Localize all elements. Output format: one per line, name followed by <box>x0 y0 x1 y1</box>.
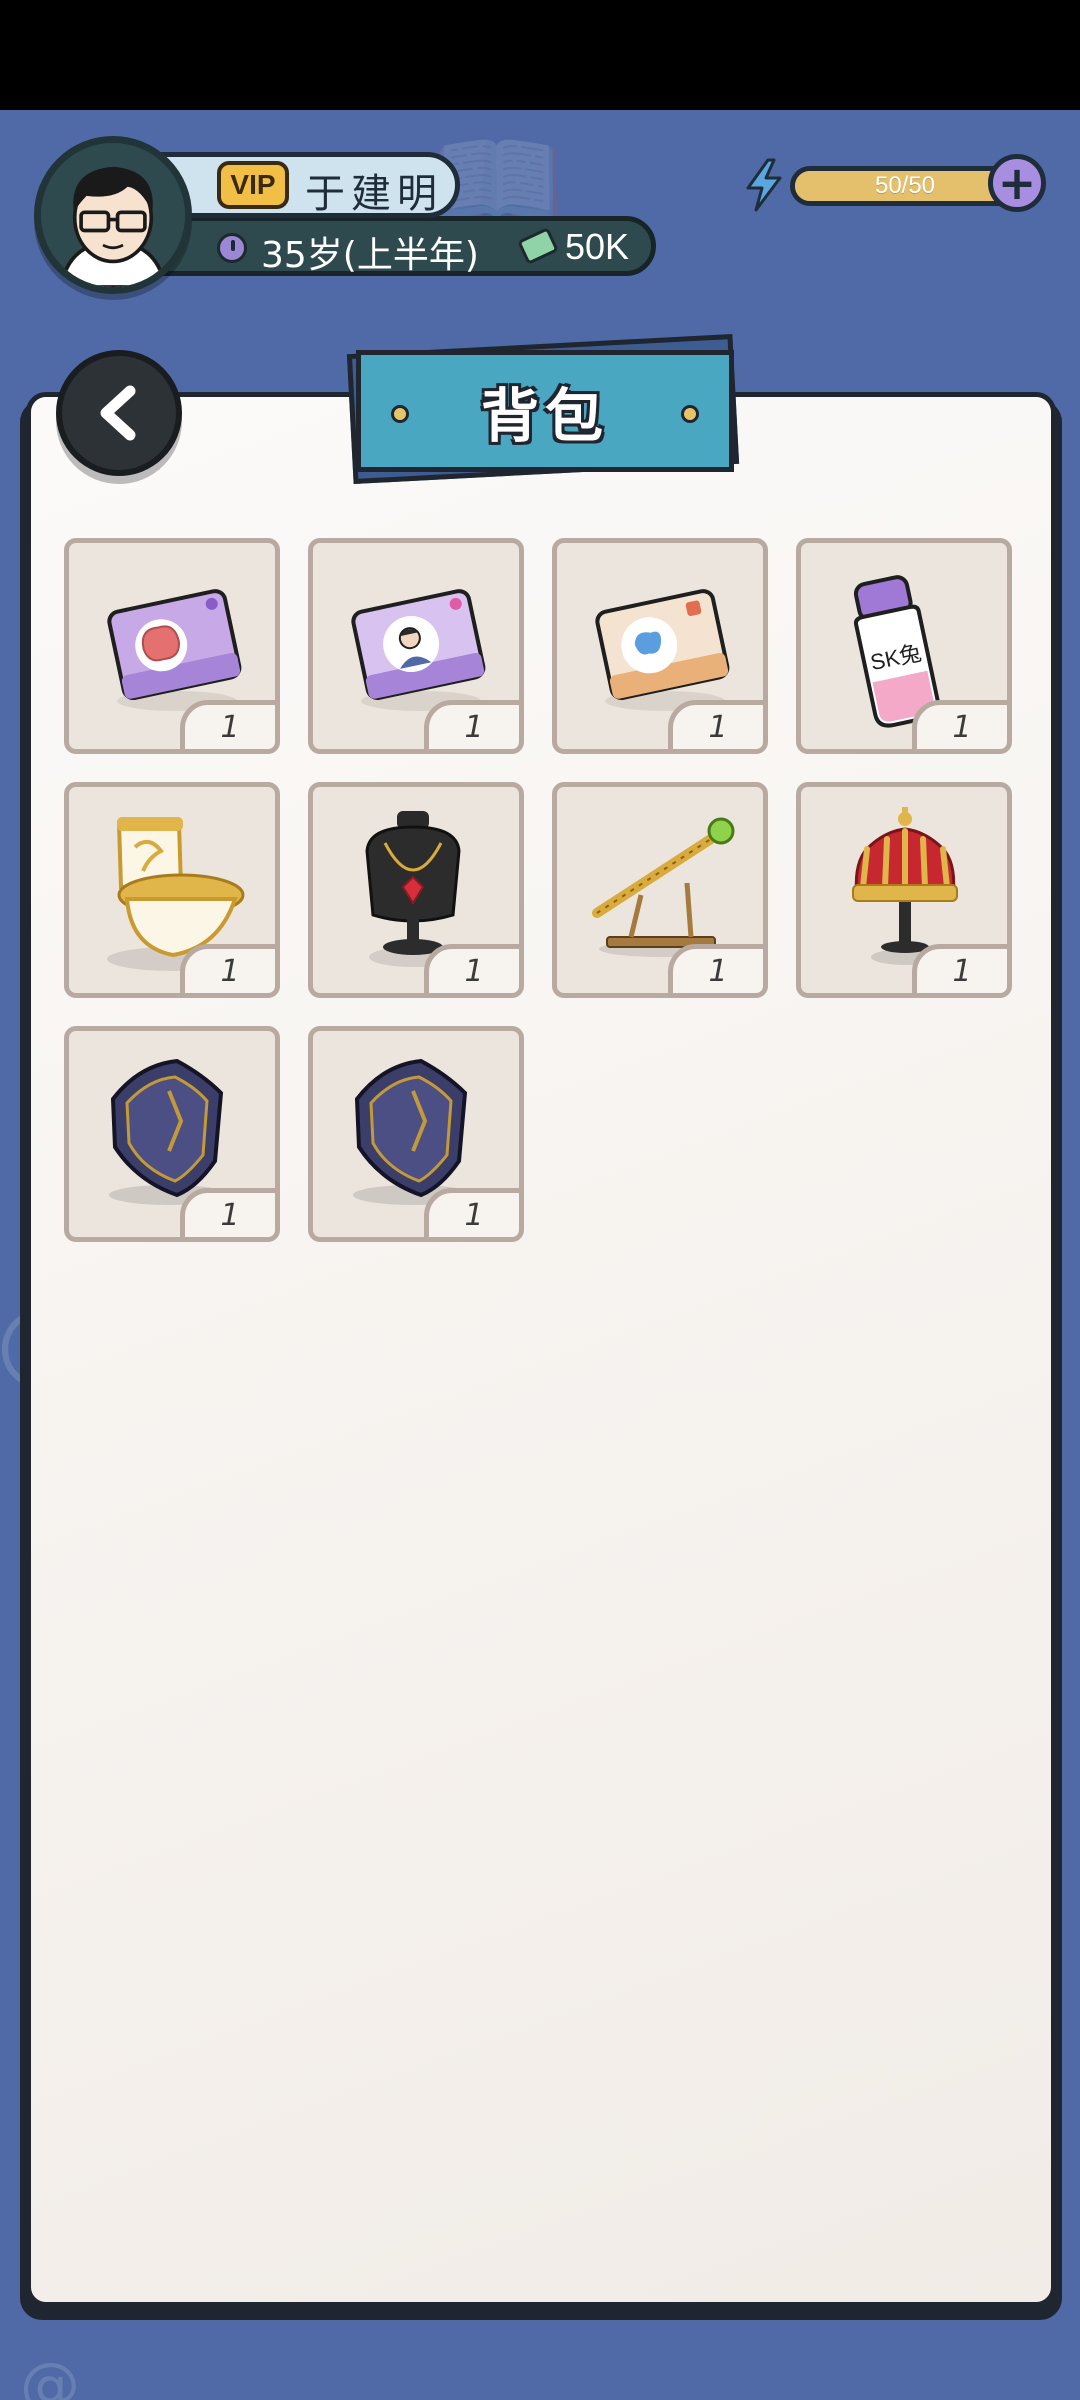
money-icon <box>517 227 559 265</box>
item-count: 1 <box>424 700 519 749</box>
item-count: 1 <box>424 1188 519 1237</box>
inventory-slot[interactable]: 1 <box>308 538 524 754</box>
title-banner: 背包 <box>356 350 734 472</box>
inventory-slot[interactable]: 1 <box>552 538 768 754</box>
inventory-slot[interactable]: SK兔 1 <box>796 538 1012 754</box>
player-name: 于建明 <box>305 171 443 217</box>
doodle-spiral-icon: @ <box>20 2350 80 2400</box>
vip-badge[interactable]: VIP <box>217 161 289 209</box>
inventory-slot[interactable]: 1 <box>552 782 768 998</box>
inventory-grid: 1 1 1 SK兔 1 1 1 1 1 1 1 <box>64 538 1016 1242</box>
item-count: 1 <box>668 944 763 993</box>
back-button[interactable] <box>56 350 182 476</box>
back-arrow-icon <box>100 385 136 441</box>
inventory-slot[interactable]: 1 <box>64 1026 280 1242</box>
status-bar <box>0 0 1080 110</box>
rivet-icon <box>681 405 699 423</box>
item-count: 1 <box>424 944 519 993</box>
player-age: 35岁(上半年) <box>261 235 479 276</box>
inventory-slot[interactable]: 1 <box>308 1026 524 1242</box>
item-count: 1 <box>180 700 275 749</box>
rivet-icon <box>391 405 409 423</box>
player-avatar[interactable] <box>34 136 192 294</box>
inventory-slot[interactable]: 1 <box>796 782 1012 998</box>
lightning-icon <box>746 158 782 212</box>
add-energy-button[interactable]: + <box>988 154 1046 212</box>
avatar-portrait-icon <box>41 143 185 287</box>
item-count: 1 <box>912 944 1007 993</box>
item-count: 1 <box>180 944 275 993</box>
player-stats-pill: 35岁(上半年) 50K <box>160 216 656 276</box>
item-count: 1 <box>668 700 763 749</box>
player-name-pill: VIP 于建明 <box>160 152 460 218</box>
page-title: 背包 <box>480 382 609 450</box>
energy-bar: 50/50 <box>790 166 1020 206</box>
player-money: 50K <box>565 226 630 267</box>
clock-icon <box>217 233 247 263</box>
item-count: 1 <box>912 700 1007 749</box>
inventory-slot[interactable]: 1 <box>64 538 280 754</box>
item-count: 1 <box>180 1188 275 1237</box>
inventory-slot[interactable]: 1 <box>64 782 280 998</box>
energy-value: 50/50 <box>874 172 936 199</box>
inventory-slot[interactable]: 1 <box>308 782 524 998</box>
